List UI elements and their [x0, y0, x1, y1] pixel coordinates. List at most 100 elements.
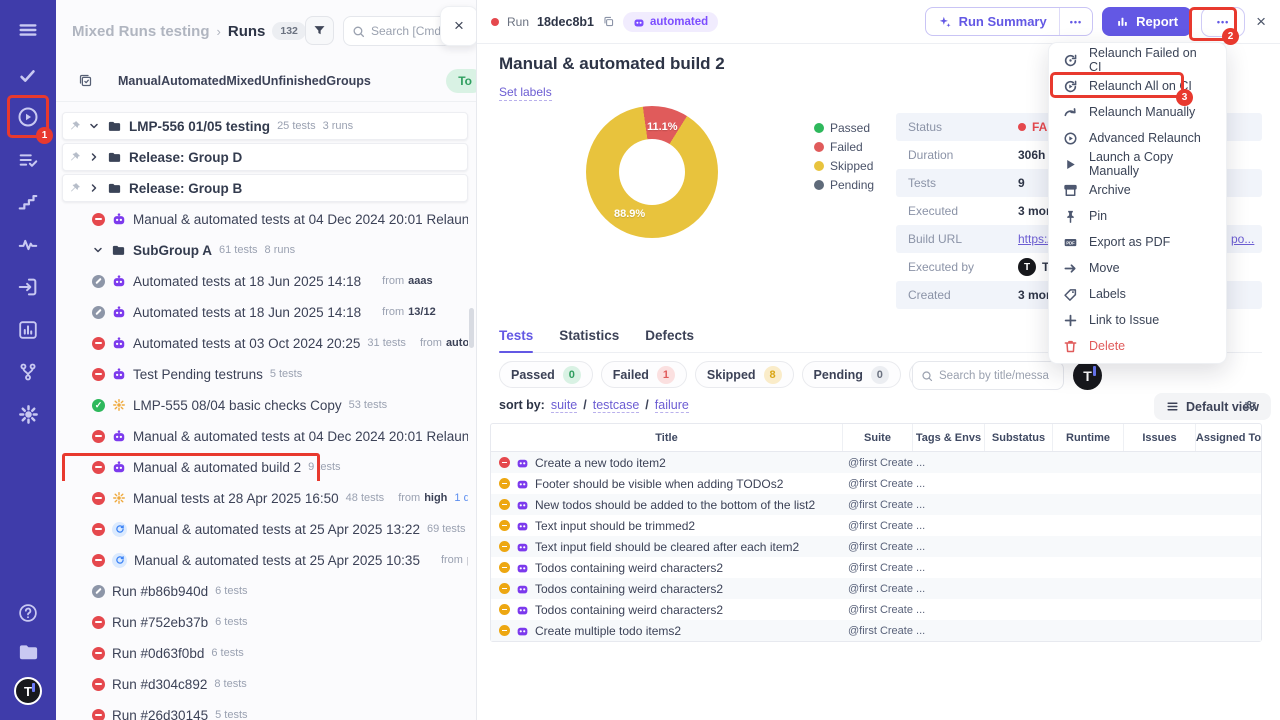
- list-item[interactable]: Manual & automated tests at 04 Dec 2024 …: [62, 205, 468, 233]
- list-item[interactable]: Release: Group D from: [62, 143, 468, 171]
- skipped-filter-chip[interactable]: Skipped 8: [694, 361, 794, 388]
- set-labels-link[interactable]: Set labels: [499, 85, 552, 101]
- copy-icon[interactable]: [602, 15, 615, 28]
- table-row[interactable]: Footer should be visible when adding TOD…: [491, 473, 1261, 494]
- menu-item-archive[interactable]: Archive: [1049, 177, 1226, 203]
- play-circle-icon[interactable]: [16, 105, 40, 129]
- tab-statistics[interactable]: Statistics: [559, 328, 619, 343]
- list-item[interactable]: Run #b86b940d 6 tests from: [62, 577, 468, 605]
- list-item[interactable]: Manual & automated tests at 25 Apr 2025 …: [62, 515, 468, 543]
- list-item[interactable]: LMP-555 08/04 basic checks Copy 53 tests…: [62, 391, 468, 419]
- menu-item-export-pdf[interactable]: PDF Export as PDF: [1049, 229, 1226, 255]
- chevron-down-icon[interactable]: [88, 182, 100, 194]
- menu-item-delete[interactable]: Delete: [1049, 333, 1226, 359]
- tab-defects[interactable]: Defects: [645, 328, 694, 343]
- menu-item-launch-copy[interactable]: Launch a Copy Manually: [1049, 150, 1226, 178]
- test-status-icon: [499, 562, 510, 573]
- pending-filter-chip[interactable]: Pending 0: [801, 361, 901, 388]
- column-header[interactable]: Tags & Envs: [913, 424, 985, 451]
- tests-search[interactable]: [912, 361, 1064, 390]
- menu-item-link-to-issue[interactable]: Link to Issue: [1049, 307, 1226, 333]
- table-row[interactable]: Todos containing weird characters2 @firs…: [491, 599, 1261, 620]
- folder-icon[interactable]: [16, 640, 40, 664]
- list-check-icon[interactable]: [16, 148, 40, 172]
- steps-icon[interactable]: [16, 190, 40, 214]
- column-header[interactable]: Title: [491, 424, 843, 451]
- help-icon[interactable]: [16, 601, 40, 625]
- menu-icon[interactable]: [16, 18, 40, 42]
- list-item[interactable]: Manual & automated tests at 25 Apr 2025 …: [62, 546, 468, 574]
- list-item[interactable]: Automated tests at 18 Jun 2025 14:18 fro…: [62, 267, 468, 295]
- tests-search-input[interactable]: [939, 369, 1049, 382]
- column-header[interactable]: Substatus: [985, 424, 1053, 451]
- list-item[interactable]: Manual tests at 28 Apr 2025 16:50 48 tes…: [62, 484, 468, 512]
- table-row[interactable]: Create multiple todo items2 @first Creat…: [491, 620, 1261, 641]
- close-icon[interactable]: ×: [1256, 12, 1266, 32]
- table-row[interactable]: New todos should be added to the bottom …: [491, 494, 1261, 515]
- list-item[interactable]: Automated tests at 18 Jun 2025 14:18 fro…: [62, 298, 468, 326]
- column-header[interactable]: Runtime: [1053, 424, 1124, 451]
- runs-tab[interactable]: Mixed: [226, 74, 261, 88]
- menu-item-relaunch-failed[interactable]: Relaunch Failed on CI: [1049, 46, 1226, 74]
- runs-tab[interactable]: Groups: [326, 74, 370, 88]
- run-detail-header: Run 18dec8b1 automated Run Summary ••• R…: [477, 0, 1280, 44]
- scrollbar-thumb[interactable]: [469, 308, 474, 348]
- list-item[interactable]: SubGroup A 61 tests 8 runs from: [62, 236, 468, 264]
- runs-tab[interactable]: Automated: [161, 74, 226, 88]
- chart-box-icon[interactable]: [16, 318, 40, 342]
- filter-button[interactable]: [305, 16, 334, 45]
- list-item[interactable]: Run #0d63f0bd 6 tests from: [62, 639, 468, 667]
- list-item[interactable]: Test Pending testruns 5 tests from: [62, 360, 468, 388]
- column-header[interactable]: Issues: [1124, 424, 1196, 451]
- column-header[interactable]: Assigned To: [1196, 424, 1261, 451]
- defects-link[interactable]: 1 defects: [454, 492, 468, 504]
- list-item[interactable]: Release: Group B from: [62, 174, 468, 202]
- list-item[interactable]: Run #d304c892 8 tests from: [62, 670, 468, 698]
- sort-by-failure[interactable]: failure: [654, 398, 689, 413]
- pulse-icon[interactable]: [16, 233, 40, 257]
- build-url-link-tail[interactable]: po...: [1231, 232, 1254, 246]
- column-header[interactable]: Suite: [843, 424, 913, 451]
- list-item[interactable]: Run #26d30145 5 tests from: [62, 701, 468, 720]
- chevron-down-icon[interactable]: [88, 120, 100, 132]
- import-icon[interactable]: [16, 275, 40, 299]
- chevron-down-icon[interactable]: [92, 244, 104, 256]
- chevron-down-icon[interactable]: [88, 151, 100, 163]
- view-settings-icon[interactable]: [1243, 398, 1258, 413]
- select-runs-icon[interactable]: [78, 73, 93, 88]
- sort-by-suite[interactable]: suite: [550, 398, 578, 413]
- run-summary-button[interactable]: Run Summary •••: [924, 7, 1094, 36]
- gear-icon[interactable]: [16, 402, 40, 426]
- runs-tab[interactable]: Manual: [118, 74, 161, 88]
- menu-item-pin[interactable]: Pin: [1049, 203, 1226, 229]
- table-row[interactable]: Text input field should be cleared after…: [491, 536, 1261, 557]
- table-row[interactable]: Create a new todo item2 @first Create ..…: [491, 452, 1261, 473]
- run-summary-more-button[interactable]: •••: [1058, 8, 1092, 35]
- table-row[interactable]: Text input should be trimmed2 @first Cre…: [491, 515, 1261, 536]
- table-row[interactable]: Todos containing weird characters2 @firs…: [491, 557, 1261, 578]
- list-item[interactable]: Manual & automated build 2 9 tests from: [62, 453, 468, 481]
- table-row[interactable]: Todos containing weird characters2 @firs…: [491, 578, 1261, 599]
- failed-filter-chip[interactable]: Failed 1: [600, 361, 687, 388]
- menu-item-move[interactable]: Move: [1049, 255, 1226, 281]
- branch-icon[interactable]: [16, 360, 40, 384]
- runs-tab[interactable]: Unfinished: [262, 74, 327, 88]
- menu-item-relaunch-all[interactable]: Relaunch All on CI: [1049, 73, 1226, 99]
- menu-item-labels[interactable]: Labels: [1049, 281, 1226, 307]
- panel-close-button[interactable]: ×: [440, 6, 476, 46]
- tab-tests[interactable]: Tests: [499, 328, 534, 353]
- breadcrumb-project[interactable]: Mixed Runs testing: [72, 23, 210, 40]
- list-item[interactable]: LMP-556 01/05 testing 25 tests 3 runs fr…: [62, 112, 468, 140]
- list-item[interactable]: Run #752eb37b 6 tests from: [62, 608, 468, 636]
- sort-by-testcase[interactable]: testcase: [592, 398, 640, 413]
- list-item[interactable]: Manual & automated tests at 04 Dec 2024 …: [62, 422, 468, 450]
- user-avatar[interactable]: T: [14, 677, 42, 705]
- menu-item-relaunch-manually[interactable]: Relaunch Manually: [1049, 99, 1226, 125]
- list-item[interactable]: Automated tests at 03 Oct 2024 20:25 31 …: [62, 329, 468, 357]
- passed-filter-chip[interactable]: Passed 0: [499, 361, 593, 388]
- runs-tab-today[interactable]: To: [446, 68, 476, 93]
- tests-count: 69 tests: [426, 523, 466, 535]
- menu-item-advanced-relaunch[interactable]: Advanced Relaunch: [1049, 125, 1226, 151]
- check-icon[interactable]: [16, 64, 40, 88]
- report-button[interactable]: Report: [1102, 7, 1193, 36]
